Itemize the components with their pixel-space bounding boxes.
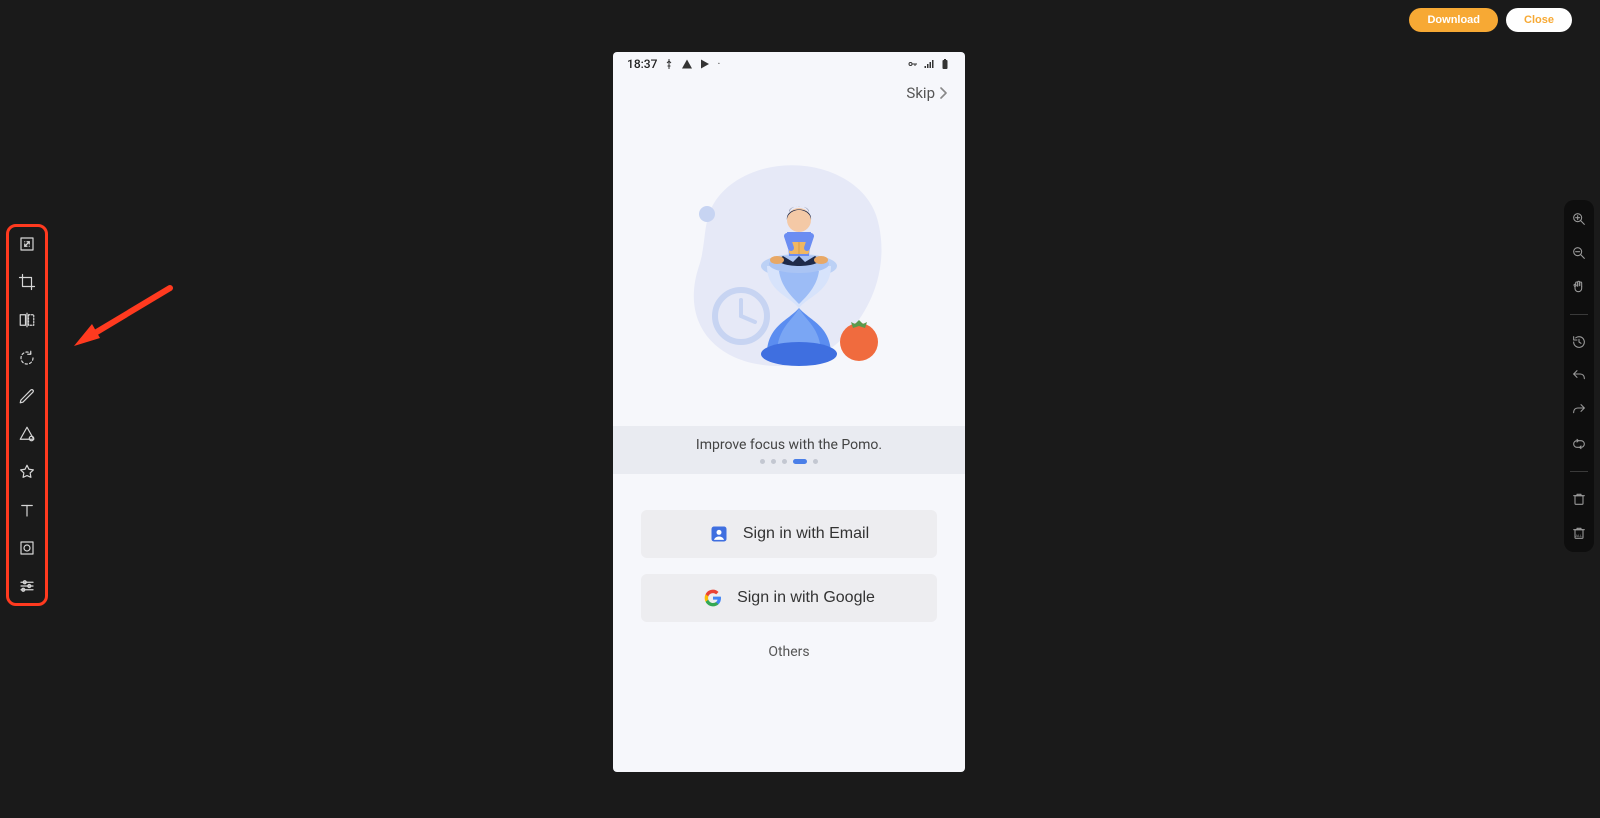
loop-icon[interactable] (1570, 435, 1588, 453)
chevron-right-icon (939, 87, 947, 99)
adjust-icon[interactable] (16, 575, 38, 597)
right-toolbar: ALL (1564, 200, 1594, 552)
phone-mockup: 18:37 · Skip (613, 52, 965, 772)
close-button[interactable]: Close (1506, 8, 1572, 32)
top-buttons: Download Close (1409, 8, 1572, 32)
status-time: 18:37 (627, 57, 657, 71)
skip-label: Skip (906, 84, 935, 102)
zoom-out-icon[interactable] (1570, 244, 1588, 262)
pager-dots (760, 459, 818, 464)
zoom-in-icon[interactable] (1570, 210, 1588, 228)
signin-email-label: Sign in with Email (743, 525, 869, 543)
rotate-icon[interactable] (16, 347, 38, 369)
toolbar-divider (1570, 314, 1588, 315)
battery-icon (939, 58, 951, 70)
pager-dot[interactable] (782, 459, 787, 464)
draw-icon[interactable] (16, 385, 38, 407)
onboarding-illustration (613, 106, 965, 426)
play-store-icon (699, 58, 711, 70)
pager-dot[interactable] (771, 459, 776, 464)
onboarding-caption: Improve focus with the Pomo. (696, 437, 882, 453)
crop-icon[interactable] (16, 271, 38, 293)
more-indicator: · (717, 59, 720, 70)
signin-google-label: Sign in with Google (737, 589, 875, 607)
trash-icon[interactable] (1570, 490, 1588, 508)
signin-area: Sign in with Email Sign in with Google O… (613, 474, 965, 668)
usb-icon (663, 58, 675, 70)
history-icon[interactable] (1570, 333, 1588, 351)
flip-icon[interactable] (16, 309, 38, 331)
svg-text:ALL: ALL (1576, 533, 1584, 538)
resize-icon[interactable] (16, 233, 38, 255)
text-icon[interactable] (16, 499, 38, 521)
vpn-icon (907, 58, 919, 70)
toolbar-divider (1570, 471, 1588, 472)
signin-google-button[interactable]: Sign in with Google (641, 574, 937, 622)
caption-band: Improve focus with the Pomo. (613, 426, 965, 474)
redo-icon[interactable] (1570, 401, 1588, 419)
star-icon[interactable] (16, 461, 38, 483)
undo-icon[interactable] (1570, 367, 1588, 385)
pan-icon[interactable] (1570, 278, 1588, 296)
arrow-annotation (60, 278, 180, 358)
signal-icon (923, 58, 935, 70)
email-account-icon (709, 524, 729, 544)
others-link[interactable]: Others (768, 644, 809, 660)
google-icon (703, 588, 723, 608)
warning-icon (681, 58, 693, 70)
shape-icon[interactable] (16, 423, 38, 445)
signin-email-button[interactable]: Sign in with Email (641, 510, 937, 558)
download-button[interactable]: Download (1409, 8, 1498, 32)
skip-button[interactable]: Skip (613, 76, 965, 106)
clear-all-icon[interactable]: ALL (1570, 524, 1588, 542)
frame-icon[interactable] (16, 537, 38, 559)
pager-dot[interactable] (813, 459, 818, 464)
pager-dot[interactable] (760, 459, 765, 464)
pager-dot-active[interactable] (793, 459, 807, 464)
left-toolbar (6, 224, 48, 606)
status-bar: 18:37 · (613, 52, 965, 76)
